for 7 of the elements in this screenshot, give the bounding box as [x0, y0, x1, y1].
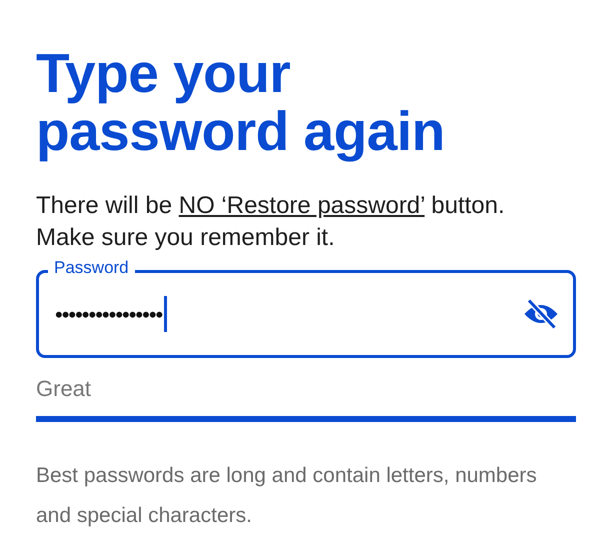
hint-text: Best passwords are long and contain letters, numbers and special characters.	[36, 463, 538, 529]
eye-slash-icon[interactable]	[523, 299, 559, 329]
notice-text: There will be NO ‘Restore password’ button. Make sure you remember it.	[36, 191, 506, 253]
strength-label: Great	[36, 376, 92, 402]
text-cursor	[164, 296, 168, 332]
page-title: Type your password again	[36, 44, 446, 160]
restore-password-link[interactable]: NO ‘Restore password’	[178, 192, 425, 219]
